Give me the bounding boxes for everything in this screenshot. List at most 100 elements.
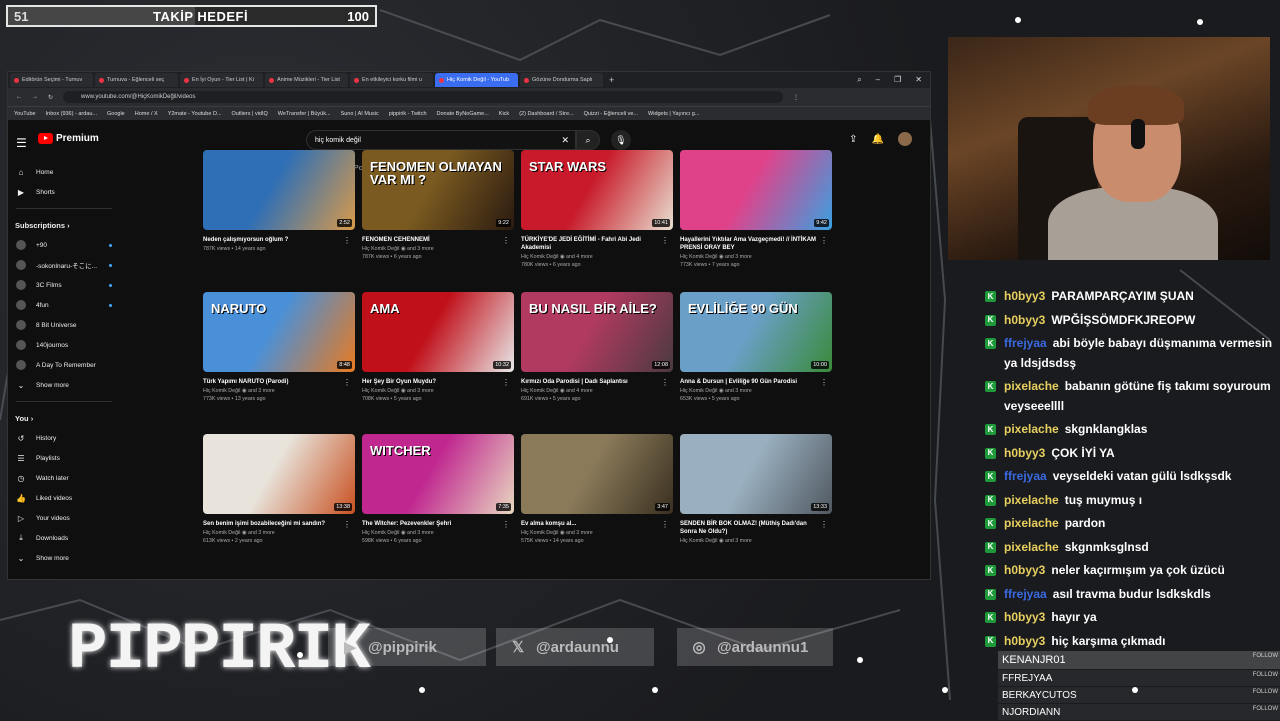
sidebar-item[interactable]: ⌄ Show more bbox=[8, 375, 120, 395]
youtube-logo[interactable]: Premium bbox=[38, 133, 99, 144]
you-heading[interactable]: You › bbox=[8, 408, 120, 428]
video-thumbnail[interactable]: 2:52 bbox=[203, 150, 355, 230]
forward-icon[interactable]: → bbox=[32, 94, 38, 100]
chat-username[interactable]: pixelache bbox=[1004, 422, 1059, 436]
bookmark-item[interactable]: Widgets | Yayıncı g... bbox=[648, 111, 699, 117]
video-channel[interactable]: Hiç Komik Değil ◉ and 3 more bbox=[203, 388, 355, 396]
sidebar-item[interactable]: +90 bbox=[8, 235, 120, 255]
bookmark-item[interactable]: Donate ByNoGame... bbox=[437, 111, 489, 117]
chat-username[interactable]: h0byy3 bbox=[1004, 634, 1045, 648]
more-options-icon[interactable]: ⋮ bbox=[661, 236, 669, 245]
browser-tab[interactable]: Editörün Seçimi - Turnuv bbox=[10, 73, 93, 87]
sidebar-item[interactable]: ⌂ Home bbox=[8, 162, 120, 182]
video-title[interactable]: Ev alma komşu al... bbox=[521, 520, 661, 528]
bookmark-item[interactable]: Kick bbox=[499, 111, 509, 117]
close-icon[interactable]: ✕ bbox=[915, 75, 922, 85]
more-options-icon[interactable]: ⋮ bbox=[502, 378, 510, 387]
browser-tab[interactable]: Anime Müzikleri - Tier List bbox=[265, 73, 348, 87]
chat-username[interactable]: h0byy3 bbox=[1004, 289, 1045, 303]
subscriptions-heading[interactable]: Subscriptions › bbox=[8, 215, 120, 235]
video-card[interactable]: AMA 10:32 Her Şey Bir Oyun Muydu? Hiç Komik… bbox=[362, 292, 514, 434]
video-thumbnail[interactable]: 13:38 bbox=[203, 434, 355, 514]
sidebar-item[interactable]: 👍 Liked videos bbox=[8, 488, 120, 508]
more-options-icon[interactable]: ⋮ bbox=[820, 520, 828, 529]
chat-username[interactable]: pixelache bbox=[1004, 516, 1059, 530]
video-title[interactable]: Kırmızı Oda Parodisi | Dadı Saplantısı bbox=[521, 378, 661, 386]
video-channel[interactable]: Hiç Komik Değil ◉ and 3 more bbox=[680, 538, 832, 546]
video-title[interactable]: Neden çalışmıyorsun oğlum ? bbox=[203, 236, 343, 244]
chat-username[interactable]: pixelache bbox=[1004, 493, 1059, 507]
video-channel[interactable]: Hiç Komik Değil ◉ and 3 more bbox=[680, 388, 832, 396]
bell-icon[interactable]: 🔔 bbox=[872, 134, 884, 145]
browser-tab[interactable]: Turnuva - Eğlenceli seç bbox=[95, 73, 178, 87]
video-card[interactable]: 13:38 Sen benim işimi bozabileceğini mi s… bbox=[203, 434, 355, 576]
video-card[interactable]: 9:42 Hayallerini Yıktılar Ama Vazgeçmedi!… bbox=[680, 150, 832, 292]
sidebar-item[interactable]: ▷ Your videos bbox=[8, 508, 120, 528]
bookmark-item[interactable]: Suno | AI Music bbox=[341, 111, 379, 117]
browser-tab[interactable]: Gözüne Dondurma Saplı bbox=[520, 73, 603, 87]
browser-tab[interactable]: En etkileyici korku filmi u bbox=[350, 73, 433, 87]
chat-username[interactable]: ffrejyaa bbox=[1004, 469, 1047, 483]
video-thumbnail[interactable]: 9:42 bbox=[680, 150, 832, 230]
bookmark-item[interactable]: YouTube bbox=[14, 111, 36, 117]
video-title[interactable]: The Witcher: Pezevenkler Şehri bbox=[362, 520, 502, 528]
voice-search-button[interactable]: 🎙 bbox=[611, 130, 631, 150]
video-thumbnail[interactable]: STAR WARS 10:41 bbox=[521, 150, 673, 230]
video-channel[interactable]: Hiç Komik Değil ◉ and 3 more bbox=[680, 254, 832, 262]
sidebar-item[interactable]: ⤓ Downloads bbox=[8, 528, 120, 548]
video-card[interactable]: EVLİLİĞE 90 GÜN 10:00 Anna & Dursun | Evli… bbox=[680, 292, 832, 434]
bookmark-item[interactable]: Home / X bbox=[135, 111, 158, 117]
video-title[interactable]: Türk Yapımı NARUTO (Parodi) bbox=[203, 378, 343, 386]
sidebar-item[interactable]: ◷ Watch later bbox=[8, 468, 120, 488]
more-options-icon[interactable]: ⋮ bbox=[820, 378, 828, 387]
extensions-icon[interactable]: ⋮ bbox=[793, 94, 799, 101]
video-thumbnail[interactable]: BU NASIL BİR AİLE? 12:08 bbox=[521, 292, 673, 372]
video-title[interactable]: SENDEN BİR BOK OLMAZ! (Müthiş Dadı'dan S… bbox=[680, 520, 820, 536]
video-card[interactable]: FENOMEN OLMAYAN VAR MI ? 9:22 FENOMEN CEHE… bbox=[362, 150, 514, 292]
more-options-icon[interactable]: ⋮ bbox=[343, 378, 351, 387]
sidebar-item[interactable]: ⌄ Show more bbox=[8, 548, 120, 568]
video-thumbnail[interactable]: 13:33 bbox=[680, 434, 832, 514]
bookmark-item[interactable]: Google bbox=[107, 111, 125, 117]
chat-username[interactable]: h0byy3 bbox=[1004, 610, 1045, 624]
sidebar-item[interactable]: 8 Bit Universe bbox=[8, 315, 120, 335]
video-thumbnail[interactable]: WITCHER 7:35 bbox=[362, 434, 514, 514]
chat-username[interactable]: ffrejyaa bbox=[1004, 587, 1047, 601]
sidebar-item[interactable]: ↺ History bbox=[8, 428, 120, 448]
video-card[interactable]: NARUTO 8:48 Türk Yapımı NARUTO (Parodi) Hiç… bbox=[203, 292, 355, 434]
more-options-icon[interactable]: ⋮ bbox=[343, 236, 351, 245]
search-button[interactable]: ⌕ bbox=[576, 130, 600, 150]
avatar[interactable] bbox=[898, 132, 912, 146]
video-title[interactable]: Sen benim işimi bozabileceğini mi sandın… bbox=[203, 520, 343, 528]
video-title[interactable]: Hayallerini Yıktılar Ama Vazgeçmedi! // … bbox=[680, 236, 820, 252]
video-title[interactable]: Her Şey Bir Oyun Muydu? bbox=[362, 378, 502, 386]
video-card[interactable]: 3:47 Ev alma komşu al... Hiç Komik Değil ◉… bbox=[521, 434, 673, 576]
chat-username[interactable]: h0byy3 bbox=[1004, 313, 1045, 327]
bookmark-item[interactable]: Inbox (936) - ardau... bbox=[46, 111, 97, 117]
video-channel[interactable]: Hiç Komik Değil ◉ and 3 more bbox=[362, 530, 514, 538]
sidebar-item[interactable]: 4fun bbox=[8, 295, 120, 315]
bookmark-item[interactable]: pippirik - Twitch bbox=[389, 111, 427, 117]
sidebar-item[interactable]: 140journos bbox=[8, 335, 120, 355]
upload-icon[interactable]: ⇪ bbox=[849, 134, 857, 145]
video-channel[interactable]: Hiç Komik Değil ◉ and 3 more bbox=[362, 246, 514, 254]
sidebar-item[interactable]: ▶ Shorts bbox=[8, 182, 120, 202]
sidebar-item[interactable]: ☰ Playlists bbox=[8, 448, 120, 468]
browser-tab[interactable]: En İyi Oyun - Tier List | Ki bbox=[180, 73, 263, 87]
more-options-icon[interactable]: ⋮ bbox=[661, 520, 669, 529]
bookmark-item[interactable]: Quizzi - Eğlenceli ve... bbox=[584, 111, 638, 117]
video-thumbnail[interactable]: AMA 10:32 bbox=[362, 292, 514, 372]
bookmark-item[interactable]: WeTransfer | Büyük... bbox=[278, 111, 331, 117]
minimize-icon[interactable]: – bbox=[876, 75, 880, 85]
more-options-icon[interactable]: ⋮ bbox=[661, 378, 669, 387]
sidebar-item[interactable]: -sokonlnaru-そこに... bbox=[8, 255, 120, 275]
chat-username[interactable]: h0byy3 bbox=[1004, 446, 1045, 460]
chat-username[interactable]: h0byy3 bbox=[1004, 563, 1045, 577]
video-channel[interactable]: Hiç Komik Değil ◉ and 4 more bbox=[521, 254, 673, 262]
bookmark-item[interactable]: Outliers | vidIQ bbox=[232, 111, 268, 117]
url-field[interactable]: www.youtube.com/@HiçKomikDeğil/videos bbox=[63, 91, 784, 103]
more-options-icon[interactable]: ⋮ bbox=[502, 236, 510, 245]
video-title[interactable]: FENOMEN CEHENNEMİ bbox=[362, 236, 502, 244]
video-title[interactable]: Anna & Dursun | Evliliğe 90 Gün Parodisi bbox=[680, 378, 820, 386]
bookmark-item[interactable]: (2) Dashboard / Stre... bbox=[519, 111, 573, 117]
